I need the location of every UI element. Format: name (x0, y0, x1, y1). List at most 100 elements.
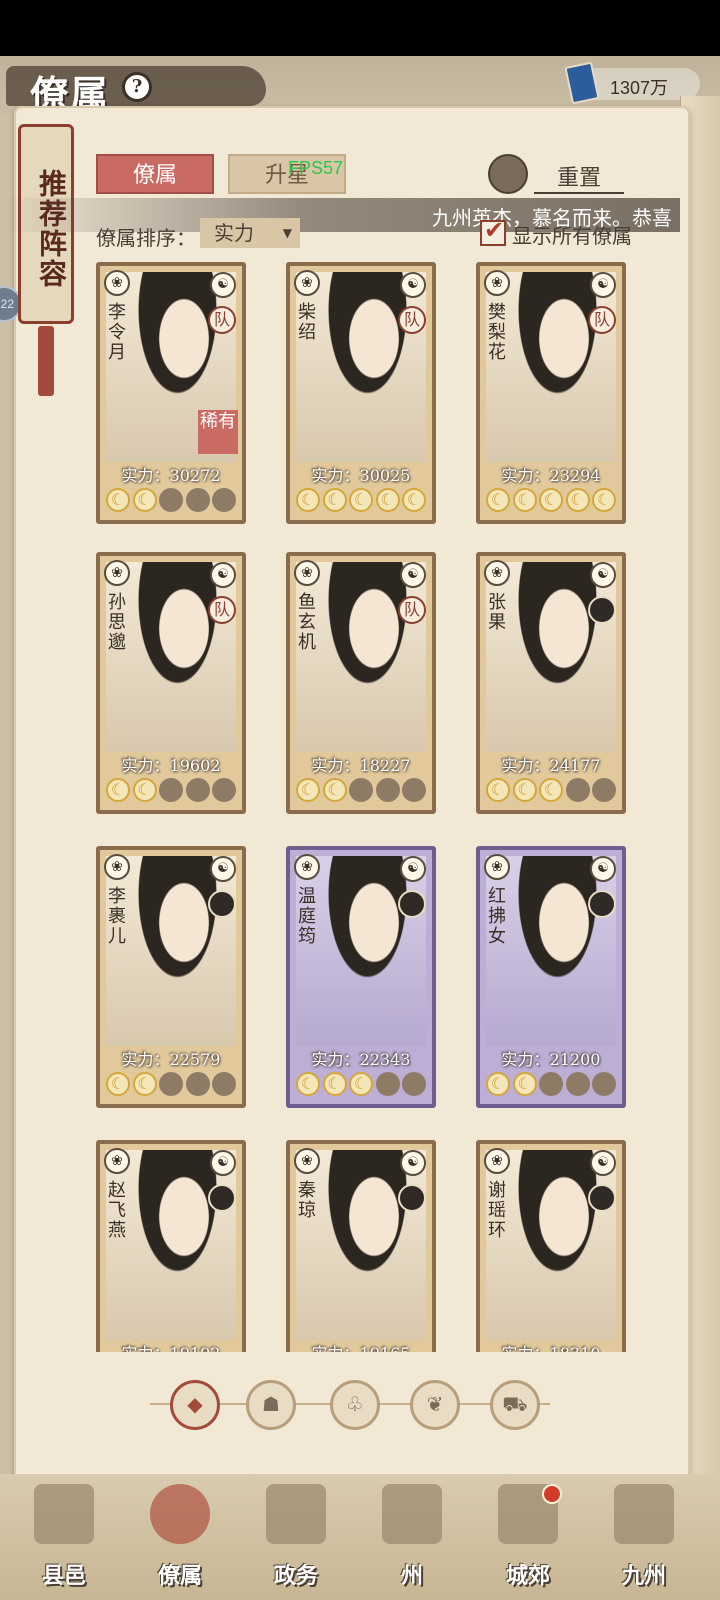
nav-item-3[interactable]: 州 (362, 1484, 462, 1594)
scholar-icon[interactable]: ☗ (246, 1380, 296, 1430)
all-icon[interactable]: ◆ (170, 1380, 220, 1430)
category-icon: ❀ (294, 270, 320, 296)
reset-icon[interactable] (488, 154, 528, 194)
retainer-card[interactable]: ❀ ☯ 秦琼实力：19165 (286, 1140, 436, 1352)
moon-star-filled-icon (375, 488, 400, 512)
nav-label: 政务 (273, 1563, 318, 1589)
show-all-checkbox[interactable] (480, 216, 506, 246)
retainer-card[interactable]: ❀ ☯ 队 鱼玄机 实力：18227 (286, 552, 436, 814)
retainer-portrait (486, 272, 616, 462)
tab-retainers[interactable]: 僚属 (96, 154, 214, 194)
team-badge: 队 (208, 596, 236, 624)
moon-star-filled-icon (322, 1072, 347, 1096)
retainer-power: 实力：24177 (501, 756, 601, 775)
retainer-name: 孙思邈 (105, 592, 126, 652)
star-row (486, 1072, 616, 1100)
retainer-card[interactable]: ❀ ☯ 队 孙思邈 实力：19602 (96, 552, 246, 814)
retainer-portrait (296, 272, 426, 462)
retainer-card[interactable]: ❀ ☯ 李裹儿 实力：22579 (96, 846, 246, 1108)
star-row (296, 488, 426, 516)
reset-button[interactable]: 重置 (534, 160, 624, 194)
moon-star-filled-icon (402, 488, 426, 512)
attribute-icon: ☯ (210, 272, 236, 298)
category-icon: ❀ (104, 270, 130, 296)
retainer-power: 实力：18227 (311, 756, 411, 775)
nav-item-5[interactable]: 九州 (594, 1484, 694, 1594)
nav-art-icon (382, 1484, 442, 1544)
retainer-portrait (296, 562, 426, 752)
nav-item-0[interactable]: 县邑 (14, 1484, 114, 1594)
retainer-power: 实力：22343 (311, 1050, 411, 1069)
cart-icon[interactable]: ⛟ (490, 1380, 540, 1430)
mini-avatar (398, 1184, 426, 1212)
sort-dropdown[interactable]: 实力 (200, 218, 300, 248)
star-row (106, 488, 236, 516)
retainer-portrait (486, 1150, 616, 1340)
retainer-card[interactable]: ❀ ☯ 红拂女 实力：21200 (476, 846, 626, 1108)
team-badge: 队 (208, 306, 236, 334)
mini-avatar (588, 890, 616, 918)
retainer-power: 实力：21200 (501, 1050, 601, 1069)
attribute-icon: ☯ (400, 272, 426, 298)
nav-art-icon (266, 1484, 326, 1544)
gourd-icon[interactable]: ♧ (330, 1380, 380, 1430)
show-all-label[interactable]: 显示所有僚属 (512, 220, 632, 249)
retainer-portrait (486, 562, 616, 752)
moon-star-filled-icon (106, 778, 130, 802)
category-icon: ❀ (294, 560, 320, 586)
attribute-icon: ☯ (210, 856, 236, 882)
nav-art-icon (34, 1484, 94, 1544)
moon-star-empty-icon (565, 1072, 590, 1096)
notification-dot (542, 1484, 562, 1504)
moon-star-empty-icon (159, 778, 183, 802)
moon-star-empty-icon (375, 1072, 400, 1096)
retainer-portrait (296, 856, 426, 1046)
moon-star-empty-icon (185, 488, 210, 512)
nav-label: 州 (400, 1563, 423, 1589)
question-icon[interactable]: ? (122, 72, 152, 102)
moon-star-filled-icon (512, 778, 537, 802)
category-icon: ❀ (104, 854, 130, 880)
fan-icon[interactable]: ❦ (410, 1380, 460, 1430)
category-icon: ❀ (484, 270, 510, 296)
mini-avatar (588, 596, 616, 624)
game-screen: 僚属 ? 1307万 22 推荐阵容 僚属 升星 FPS57 重置 九州英杰，慕… (0, 56, 720, 1600)
retainer-name: 鱼玄机 (295, 592, 316, 652)
retainer-power: 实力：30272 (121, 466, 221, 485)
retainer-card[interactable]: ❀ ☯ 谢瑶环实力：18310 (476, 1140, 626, 1352)
team-badge: 队 (588, 306, 616, 334)
category-icon: ❀ (484, 1148, 510, 1174)
nav-label: 县邑 (41, 1563, 86, 1589)
retainer-name: 温庭筠 (295, 886, 316, 946)
nav-item-2[interactable]: 政务 (246, 1484, 346, 1594)
retainer-name: 赵飞燕 (105, 1180, 126, 1240)
nav-item-1[interactable]: 僚属 (130, 1484, 230, 1594)
retainer-portrait (106, 856, 236, 1046)
retainer-card[interactable]: ❀ ☯ 赵飞燕实力：19192 (96, 1140, 246, 1352)
moon-star-filled-icon (486, 488, 510, 512)
retainer-card[interactable]: ❀ ☯ 温庭筠 实力：22343 (286, 846, 436, 1108)
retainer-card[interactable]: ❀ ☯ 张果 实力：24177 (476, 552, 626, 814)
retainer-grid: ❀ ☯ 队 李令月稀有实力：30272 ❀ ☯ 队 柴绍实力：30025 ❀ ☯ 队 樊梨花实力：23… (96, 262, 636, 1352)
moon-star-empty-icon (592, 1072, 616, 1096)
moon-star-empty-icon (402, 1072, 426, 1096)
retainer-name: 柴绍 (295, 302, 316, 342)
nav-item-4[interactable]: 城郊 (478, 1484, 578, 1594)
moon-star-filled-icon (132, 488, 157, 512)
retainer-card[interactable]: ❀ ☯ 队 李令月 稀有 实力：30272 (96, 262, 246, 524)
moon-star-empty-icon (212, 1072, 236, 1096)
moon-star-filled-icon (512, 1072, 537, 1096)
moon-star-filled-icon (106, 488, 130, 512)
retainer-card[interactable]: ❀ ☯ 队 樊梨花 实力：23294 (476, 262, 626, 524)
retainer-name: 谢瑶环 (485, 1180, 506, 1240)
moon-star-filled-icon (539, 488, 563, 512)
retainer-card[interactable]: ❀ ☯ 队 柴绍 实力：30025 (286, 262, 436, 524)
moon-star-empty-icon (375, 778, 400, 802)
moon-star-filled-icon (486, 778, 510, 802)
attribute-icon: ☯ (210, 1150, 236, 1176)
attribute-icon: ☯ (590, 856, 616, 882)
moon-star-empty-icon (592, 778, 616, 802)
category-icon: ❀ (294, 854, 320, 880)
moon-star-filled-icon (565, 488, 590, 512)
moon-star-filled-icon (322, 778, 347, 802)
